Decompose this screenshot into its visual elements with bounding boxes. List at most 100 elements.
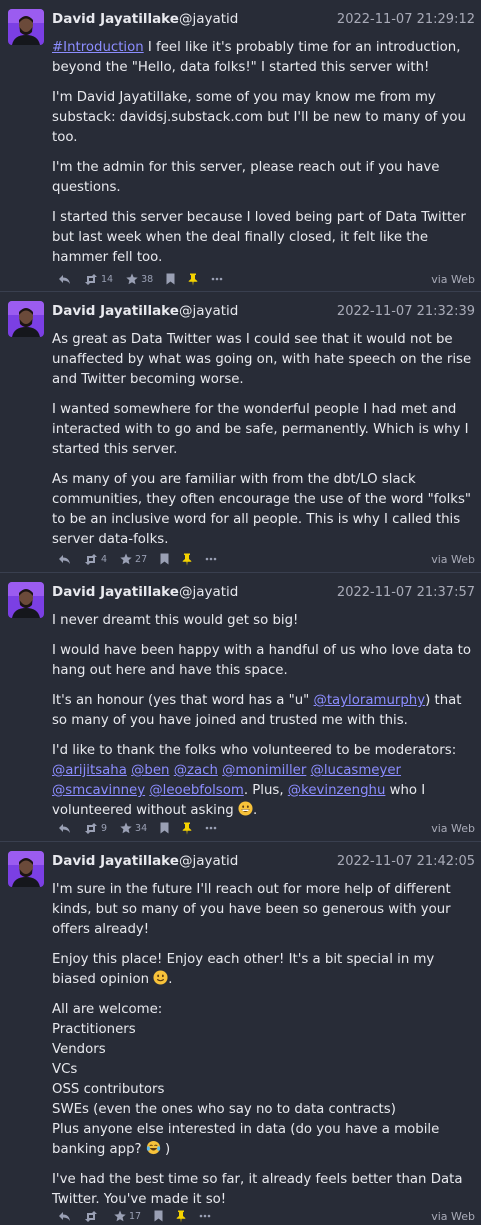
via-application: via Web	[431, 822, 475, 835]
bookmark-icon	[160, 553, 169, 565]
timestamp[interactable]: 2022-11-07 21:32:39	[337, 304, 475, 319]
boost-count: 4	[101, 553, 108, 565]
timestamp[interactable]: 2022-11-07 21:37:57	[337, 585, 475, 600]
bookmark-icon	[166, 273, 175, 285]
boost-button[interactable]: 4	[84, 553, 108, 565]
bookmark-button[interactable]	[160, 822, 169, 834]
reply-button[interactable]	[58, 274, 71, 285]
status-content: I never dreamt this would get so big! I …	[52, 611, 475, 831]
hashtag-link[interactable]: #Introduction	[52, 40, 144, 55]
paragraph-text: . Plus,	[243, 783, 288, 798]
via-application: via Web	[431, 553, 475, 566]
boost-button[interactable]: 9	[84, 822, 108, 834]
bookmark-button[interactable]	[166, 273, 175, 285]
pin-icon	[188, 273, 198, 286]
star-icon	[120, 822, 132, 834]
boost-icon	[85, 1210, 97, 1222]
pin-button[interactable]	[176, 1210, 186, 1223]
action-bar: 17	[58, 1208, 224, 1224]
mention-link[interactable]: @zach	[174, 763, 218, 778]
account-handle[interactable]: @jayatid	[179, 584, 238, 600]
avatar[interactable]	[8, 851, 44, 887]
grinning-emoji-icon	[238, 801, 253, 816]
pin-button[interactable]	[182, 822, 192, 835]
paragraph-text: )	[160, 1142, 171, 1157]
via-application: via Web	[431, 1210, 475, 1223]
mention-link[interactable]: @leoebfolsom	[149, 783, 243, 798]
more-button[interactable]	[199, 1214, 211, 1218]
favourite-count: 38	[141, 273, 154, 285]
pin-button[interactable]	[188, 273, 198, 286]
mention-link[interactable]: @kevinzenghu	[288, 783, 386, 798]
display-name[interactable]: David Jayatillake	[52, 853, 179, 869]
pin-icon	[182, 553, 192, 566]
paragraph-text: As many of you are familiar with from th…	[52, 472, 472, 547]
favourite-count: 34	[135, 822, 148, 834]
avatar[interactable]	[8, 582, 44, 618]
timestamp[interactable]: 2022-11-07 21:42:05	[337, 854, 475, 869]
status-content: #Introduction I feel like it's probably …	[52, 38, 475, 278]
account-handle[interactable]: @jayatid	[179, 303, 238, 319]
mention-link[interactable]: @lucasmeyer	[311, 763, 401, 778]
status-post: David Jayatillake@jayatid 2022-11-07 21:…	[0, 573, 481, 842]
list-item: SWEs (even the ones who say no to data c…	[52, 1102, 396, 1117]
mention-link[interactable]: @smcavinney	[52, 783, 145, 798]
account-handle[interactable]: @jayatid	[179, 853, 238, 869]
boost-button[interactable]	[84, 1210, 101, 1222]
favourite-button[interactable]: 17	[114, 1210, 141, 1222]
bookmark-button[interactable]	[160, 553, 169, 565]
action-bar: 4 27	[58, 551, 230, 567]
boost-icon	[85, 273, 97, 285]
paragraph-text: I would have been happy with a handful o…	[52, 643, 472, 678]
star-icon	[120, 553, 132, 565]
author-line[interactable]: David Jayatillake@jayatid	[52, 584, 238, 600]
reply-button[interactable]	[58, 1211, 71, 1222]
bookmark-icon	[160, 822, 169, 834]
reply-icon	[59, 1211, 70, 1221]
display-name[interactable]: David Jayatillake	[52, 11, 179, 27]
author-line[interactable]: David Jayatillake@jayatid	[52, 11, 238, 27]
favourite-button[interactable]: 38	[126, 273, 153, 285]
display-name[interactable]: David Jayatillake	[52, 303, 179, 319]
reply-button[interactable]	[58, 554, 71, 565]
boost-count: 9	[101, 822, 108, 834]
more-button[interactable]	[205, 826, 217, 830]
bookmark-icon	[154, 1210, 163, 1222]
mention-link[interactable]: @ben	[131, 763, 169, 778]
paragraph-text: As great as Data Twitter was I could see…	[52, 332, 472, 387]
paragraph-text: I've had the best time so far, it alread…	[52, 1172, 463, 1207]
pin-icon	[176, 1210, 186, 1223]
paragraph-text: .	[168, 972, 173, 987]
paragraph-text: I wanted somewhere for the wonderful peo…	[52, 402, 469, 457]
display-name[interactable]: David Jayatillake	[52, 584, 179, 600]
avatar[interactable]	[8, 301, 44, 337]
more-button[interactable]	[205, 557, 217, 561]
favourite-count: 17	[129, 1210, 142, 1222]
timestamp[interactable]: 2022-11-07 21:29:12	[337, 12, 475, 27]
list-item: Vendors	[52, 1042, 106, 1057]
author-line[interactable]: David Jayatillake@jayatid	[52, 303, 238, 319]
tears-of-joy-emoji-icon	[146, 1140, 160, 1155]
pin-icon	[182, 822, 192, 835]
mention-link[interactable]: @tayloramurphy	[314, 693, 426, 708]
status-post: David Jayatillake@jayatid 2022-11-07 21:…	[0, 0, 481, 292]
reply-button[interactable]	[58, 823, 71, 834]
ellipsis-icon	[205, 826, 217, 830]
author-line[interactable]: David Jayatillake@jayatid	[52, 853, 238, 869]
list-item: Practitioners	[52, 1022, 136, 1037]
favourite-button[interactable]: 27	[120, 553, 147, 565]
account-handle[interactable]: @jayatid	[179, 11, 238, 27]
avatar[interactable]	[8, 9, 44, 45]
mention-link[interactable]: @arijitsaha	[52, 763, 127, 778]
favourite-button[interactable]: 34	[120, 822, 147, 834]
pin-button[interactable]	[182, 553, 192, 566]
favourite-count: 27	[135, 553, 148, 565]
boost-button[interactable]: 14	[84, 273, 113, 285]
boost-icon	[85, 553, 97, 565]
more-button[interactable]	[211, 277, 223, 281]
paragraph-text: I'm the admin for this server, please re…	[52, 160, 440, 195]
paragraph-text: It's an honour (yes that word has a "u"	[52, 693, 314, 708]
bookmark-button[interactable]	[154, 1210, 163, 1222]
mention-link[interactable]: @monimiller	[222, 763, 306, 778]
via-application: via Web	[431, 273, 475, 286]
